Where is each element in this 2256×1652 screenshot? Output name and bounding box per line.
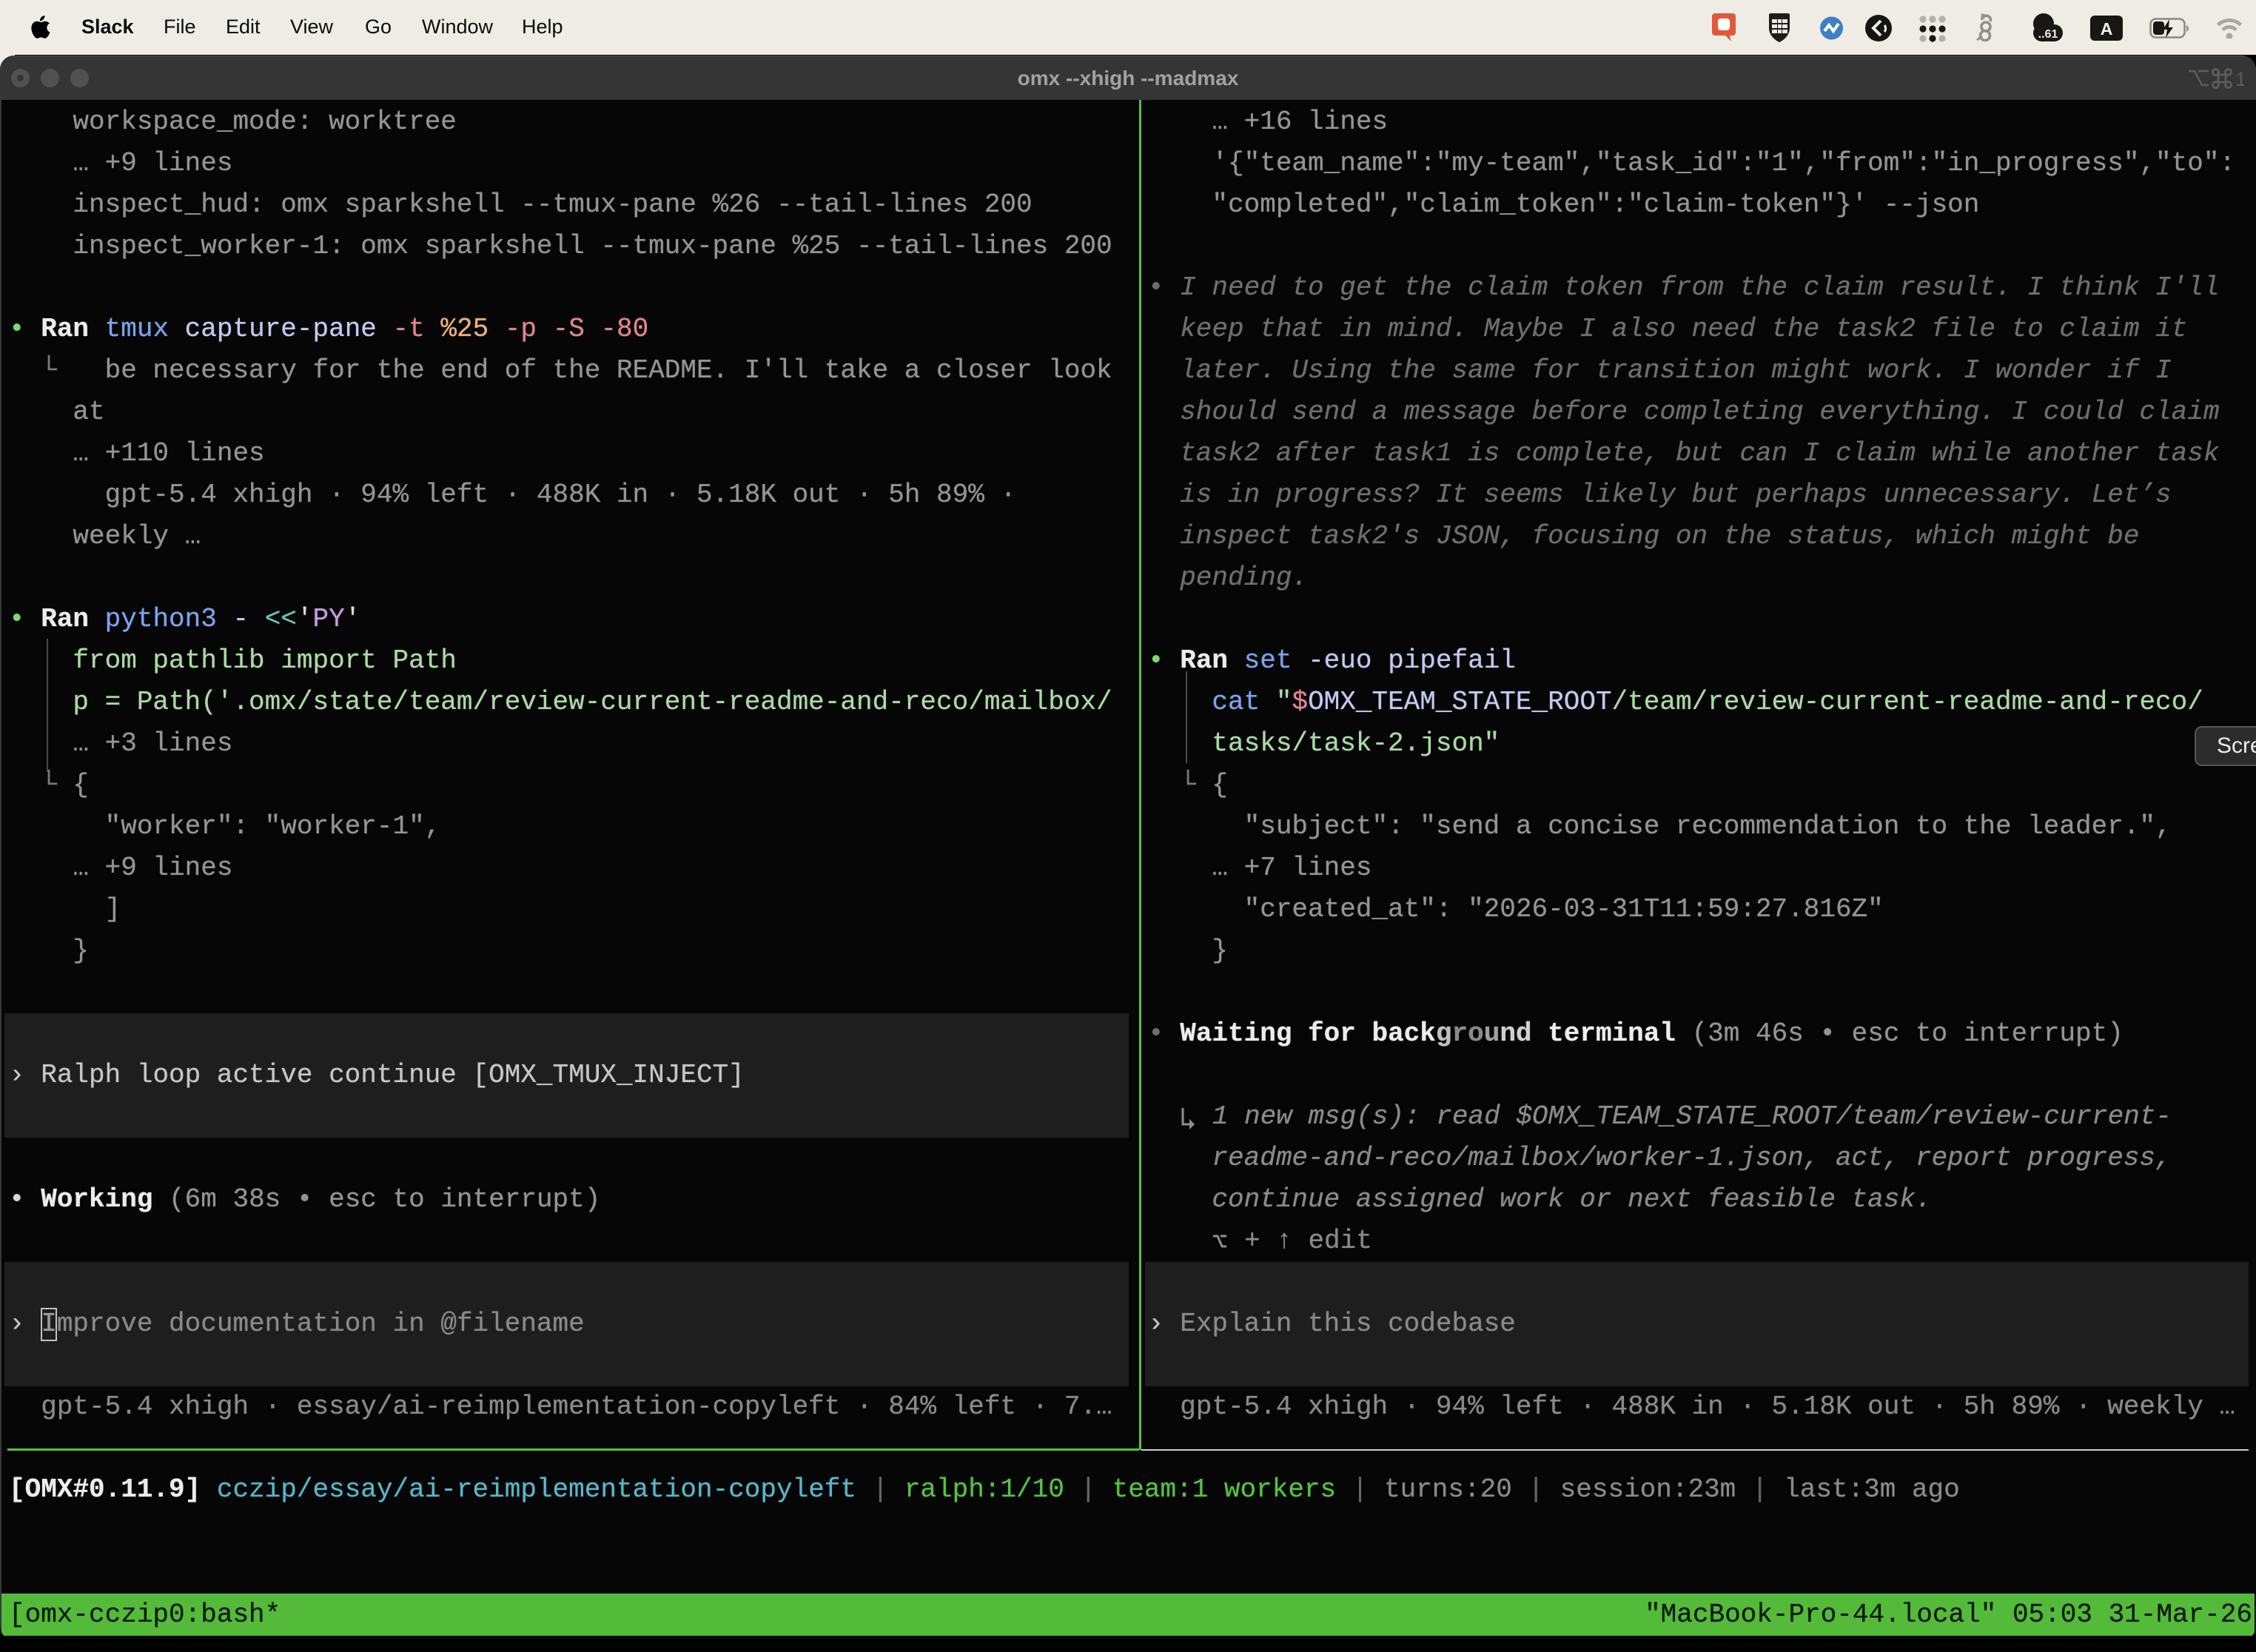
svg-text:A: A [2101,19,2113,38]
svg-text:..61: ..61 [2038,28,2058,41]
svg-text:1: 1 [2235,68,2244,90]
